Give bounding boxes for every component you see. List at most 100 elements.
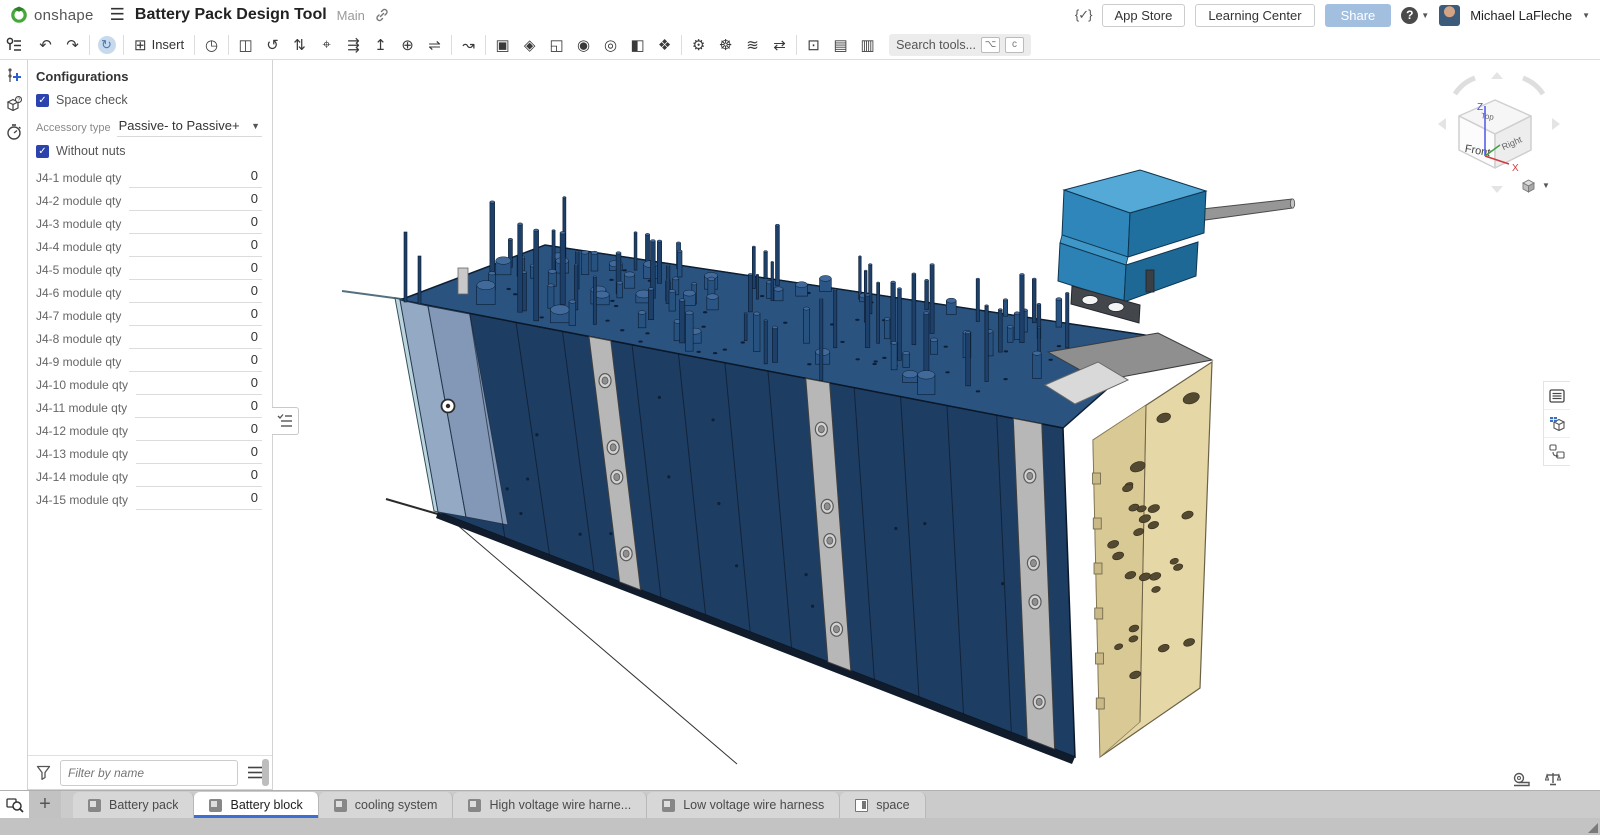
insertables-panel-button[interactable]: [1544, 438, 1570, 465]
module-qty-input[interactable]: 0: [136, 443, 262, 464]
fix-button[interactable]: ◈: [516, 32, 543, 58]
app-store-button[interactable]: App Store: [1102, 4, 1186, 27]
learning-center-button[interactable]: Learning Center: [1195, 4, 1314, 27]
module-qty-input[interactable]: 0: [129, 190, 262, 211]
module-qty-input[interactable]: 0: [129, 259, 262, 280]
ball-mate-button[interactable]: ⊕: [394, 32, 421, 58]
share-link-icon[interactable]: [375, 8, 389, 22]
drag-button[interactable]: ◎: [597, 32, 624, 58]
redo-button[interactable]: ↷: [59, 32, 86, 58]
slider-mate-button[interactable]: ⇅: [286, 32, 313, 58]
update-linked-documents-button[interactable]: ↻: [93, 32, 120, 58]
appearance-button[interactable]: ❖: [651, 32, 678, 58]
resize-corner-handle[interactable]: [1588, 823, 1598, 833]
fastened-mate-button[interactable]: ◫: [232, 32, 259, 58]
module-qty-input[interactable]: 0: [129, 305, 262, 326]
share-button[interactable]: Share: [1325, 4, 1392, 27]
drawing-button[interactable]: ▤: [827, 32, 854, 58]
module-qty-row: J4-4 module qty0: [28, 234, 272, 257]
screw-relation-button[interactable]: ☸: [712, 32, 739, 58]
workspace-name[interactable]: Main: [337, 8, 365, 23]
onshape-logo-icon: [10, 6, 28, 24]
tape-measure-icon[interactable]: [1512, 772, 1531, 787]
view-mode-cube-icon: [1520, 177, 1537, 194]
pin-slot-mate-button[interactable]: ↥: [367, 32, 394, 58]
bom-button[interactable]: ▥: [854, 32, 881, 58]
history-clock-button[interactable]: ◷: [198, 32, 225, 58]
filter-by-name-input[interactable]: [60, 760, 238, 786]
undo-button[interactable]: ↶: [32, 32, 59, 58]
assembly-icon: [209, 799, 222, 812]
search-tools-button[interactable]: Search tools... ⌥ c: [889, 34, 1031, 56]
parts-insight-panel-icon[interactable]: ?: [3, 94, 23, 114]
module-qty-input[interactable]: 0: [129, 236, 262, 257]
view-options-button[interactable]: ▼: [1520, 177, 1550, 194]
document-tab-high-voltage-wire-harne-[interactable]: High voltage wire harne...: [453, 792, 647, 818]
module-qty-input[interactable]: 0: [135, 397, 262, 418]
module-qty-input[interactable]: 0: [136, 374, 262, 395]
module-qty-input[interactable]: 0: [129, 282, 262, 303]
module-qty-value: 0: [251, 306, 258, 321]
configurations-panel-icon[interactable]: [4, 35, 24, 55]
help-icon[interactable]: ?: [1401, 7, 1418, 24]
ball-mate-button-glyph: ⊕: [401, 36, 414, 54]
space-check-checkbox[interactable]: ✓: [36, 94, 49, 107]
document-tab-low-voltage-wire-harness[interactable]: Low voltage wire harness: [647, 792, 840, 818]
without-nuts-checkbox[interactable]: ✓: [36, 145, 49, 158]
mass-properties-icon[interactable]: [1545, 771, 1561, 787]
search-tabs-button[interactable]: [0, 791, 29, 818]
module-qty-value: 0: [251, 191, 258, 206]
module-qty-row: J4-5 module qty0: [28, 257, 272, 280]
filter-funnel-icon[interactable]: [36, 765, 51, 780]
revolute-mate-button[interactable]: ↺: [259, 32, 286, 58]
cylindrical-mate-button[interactable]: ⇶: [340, 32, 367, 58]
user-avatar[interactable]: [1439, 5, 1460, 26]
insert-button[interactable]: ⊞Insert: [127, 32, 191, 58]
module-qty-input[interactable]: 0: [136, 489, 262, 510]
display-states-button[interactable]: ◧: [624, 32, 651, 58]
user-name[interactable]: Michael LaFleche: [1470, 8, 1572, 23]
parallel-mate-button[interactable]: ⇌: [421, 32, 448, 58]
group-button[interactable]: ▣: [489, 32, 516, 58]
rack-pinion-relation-button-glyph: ≋: [746, 36, 759, 54]
module-qty-input[interactable]: 0: [129, 167, 262, 188]
mate-connector-button[interactable]: ↝: [455, 32, 482, 58]
toolbar-separator: [451, 35, 452, 55]
accessory-type-select[interactable]: Passive- to Passive+ ▼: [117, 118, 262, 137]
toolbar-separator: [194, 35, 195, 55]
planar-mate-button[interactable]: ⌖: [313, 32, 340, 58]
feature-script-icon[interactable]: {✓}: [1075, 7, 1092, 23]
panel-scrollbar-thumb[interactable]: [262, 759, 269, 786]
module-qty-input[interactable]: 0: [129, 351, 262, 372]
onshape-logo[interactable]: onshape: [10, 6, 94, 24]
user-menu-caret-icon[interactable]: ▼: [1582, 11, 1590, 20]
feature-list-panel-button[interactable]: [1544, 382, 1570, 410]
module-qty-input[interactable]: 0: [136, 466, 262, 487]
module-qty-row: J4-1 module qty0: [28, 165, 272, 188]
exploded-view-button[interactable]: ⊡: [800, 32, 827, 58]
view-cube-body[interactable]: [1459, 100, 1531, 168]
rack-pinion-relation-button[interactable]: ≋: [739, 32, 766, 58]
document-tab-battery-pack[interactable]: Battery pack: [73, 792, 194, 818]
linear-relation-button[interactable]: ⇄: [766, 32, 793, 58]
module-qty-input[interactable]: 0: [129, 328, 262, 349]
module-qty-input[interactable]: 0: [136, 420, 262, 441]
document-tab-cooling-system[interactable]: cooling system: [319, 792, 454, 818]
add-tab-button[interactable]: +: [29, 791, 61, 818]
snap-mode-button[interactable]: ◉: [570, 32, 597, 58]
module-qty-value: 0: [251, 421, 258, 436]
module-qty-input[interactable]: 0: [129, 213, 262, 234]
document-tab-battery-block[interactable]: Battery block: [194, 792, 318, 818]
toolbar-separator: [123, 35, 124, 55]
linear-relation-button-glyph: ⇄: [773, 36, 786, 54]
document-tab-space[interactable]: space: [840, 792, 925, 818]
bom-panel-button[interactable]: [1544, 410, 1570, 438]
performance-panel-icon[interactable]: [4, 122, 24, 142]
main-menu-icon[interactable]: ☰: [110, 5, 125, 25]
named-positions-button[interactable]: ◱: [543, 32, 570, 58]
versions-panel-icon[interactable]: [4, 66, 24, 86]
configuration-list-toggle-button[interactable]: [272, 407, 299, 435]
named-positions-button-glyph: ◱: [550, 36, 564, 54]
gear-relation-button[interactable]: ⚙: [685, 32, 712, 58]
help-caret-icon[interactable]: ▼: [1421, 11, 1429, 20]
